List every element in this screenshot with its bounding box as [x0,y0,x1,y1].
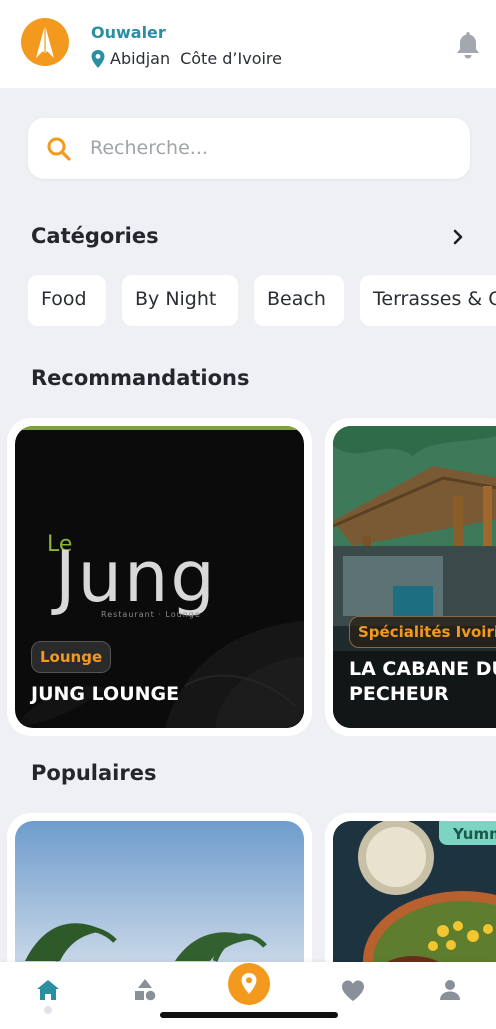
location-country: Côte d’Ivoire [180,49,282,68]
categories-title: Catégories [31,224,159,248]
search-input[interactable]: Recherche... [90,137,208,159]
map-pin-icon [241,973,257,994]
recommendations-title: Recommandations [31,366,250,390]
chip-terrasses[interactable]: Terrasses & Cafés [360,275,496,326]
chevron-right-icon[interactable] [451,228,465,246]
card-image: Le Jung Restaurant · Lounge Lounge JUNG … [15,426,304,728]
home-indicator [160,1012,338,1018]
location-selector[interactable]: Abidjan Côte d’Ivoire [91,49,282,68]
app-name: Ouwaler [91,23,166,42]
card-title-line2: PECHEUR [349,683,449,705]
categories-icon[interactable] [131,976,159,1004]
chip-food[interactable]: Food [28,275,106,326]
profile-icon[interactable] [436,976,464,1004]
jung-logo-tagline: Restaurant · Lounge [101,610,201,619]
app-header: Ouwaler Abidjan Côte d’Ivoire [0,0,496,88]
home-icon[interactable] [34,976,62,1004]
card-badge: Lounge [31,641,112,673]
location-pin-icon [91,49,105,68]
search-bar[interactable]: Recherche... [28,118,470,179]
map-button[interactable] [228,963,270,1005]
jung-logo: Le Jung Restaurant · Lounge [47,522,287,622]
card-title: JUNG LOUNGE [31,683,180,705]
heart-icon[interactable] [339,976,367,1004]
category-chips: Food By Night Beach Terrasses & Cafés [28,275,496,327]
location-city: Abidjan [110,49,171,68]
bottom-navigation [0,962,496,1029]
card-badge: Spécialités Ivoiriennes [349,616,496,648]
card-image: Spécialités Ivoiriennes LA CABANE DU PEC… [333,426,496,728]
chip-beach[interactable]: Beach [254,275,344,326]
card-title-line1: LA CABANE DU [349,658,496,680]
jung-logo-text: Jung [55,536,217,618]
notification-bell-icon[interactable] [455,30,481,60]
chip-by-night[interactable]: By Night [122,275,238,326]
app-logo [21,18,69,66]
populaires-title: Populaires [31,761,157,785]
recommendation-card-jung[interactable]: Le Jung Restaurant · Lounge Lounge JUNG … [7,418,312,736]
search-icon [47,137,71,161]
recommendation-card-cabane[interactable]: Spécialités Ivoiriennes LA CABANE DU PEC… [325,418,496,736]
active-indicator-dot [44,1006,52,1014]
card-badge: Yumm [439,821,496,845]
